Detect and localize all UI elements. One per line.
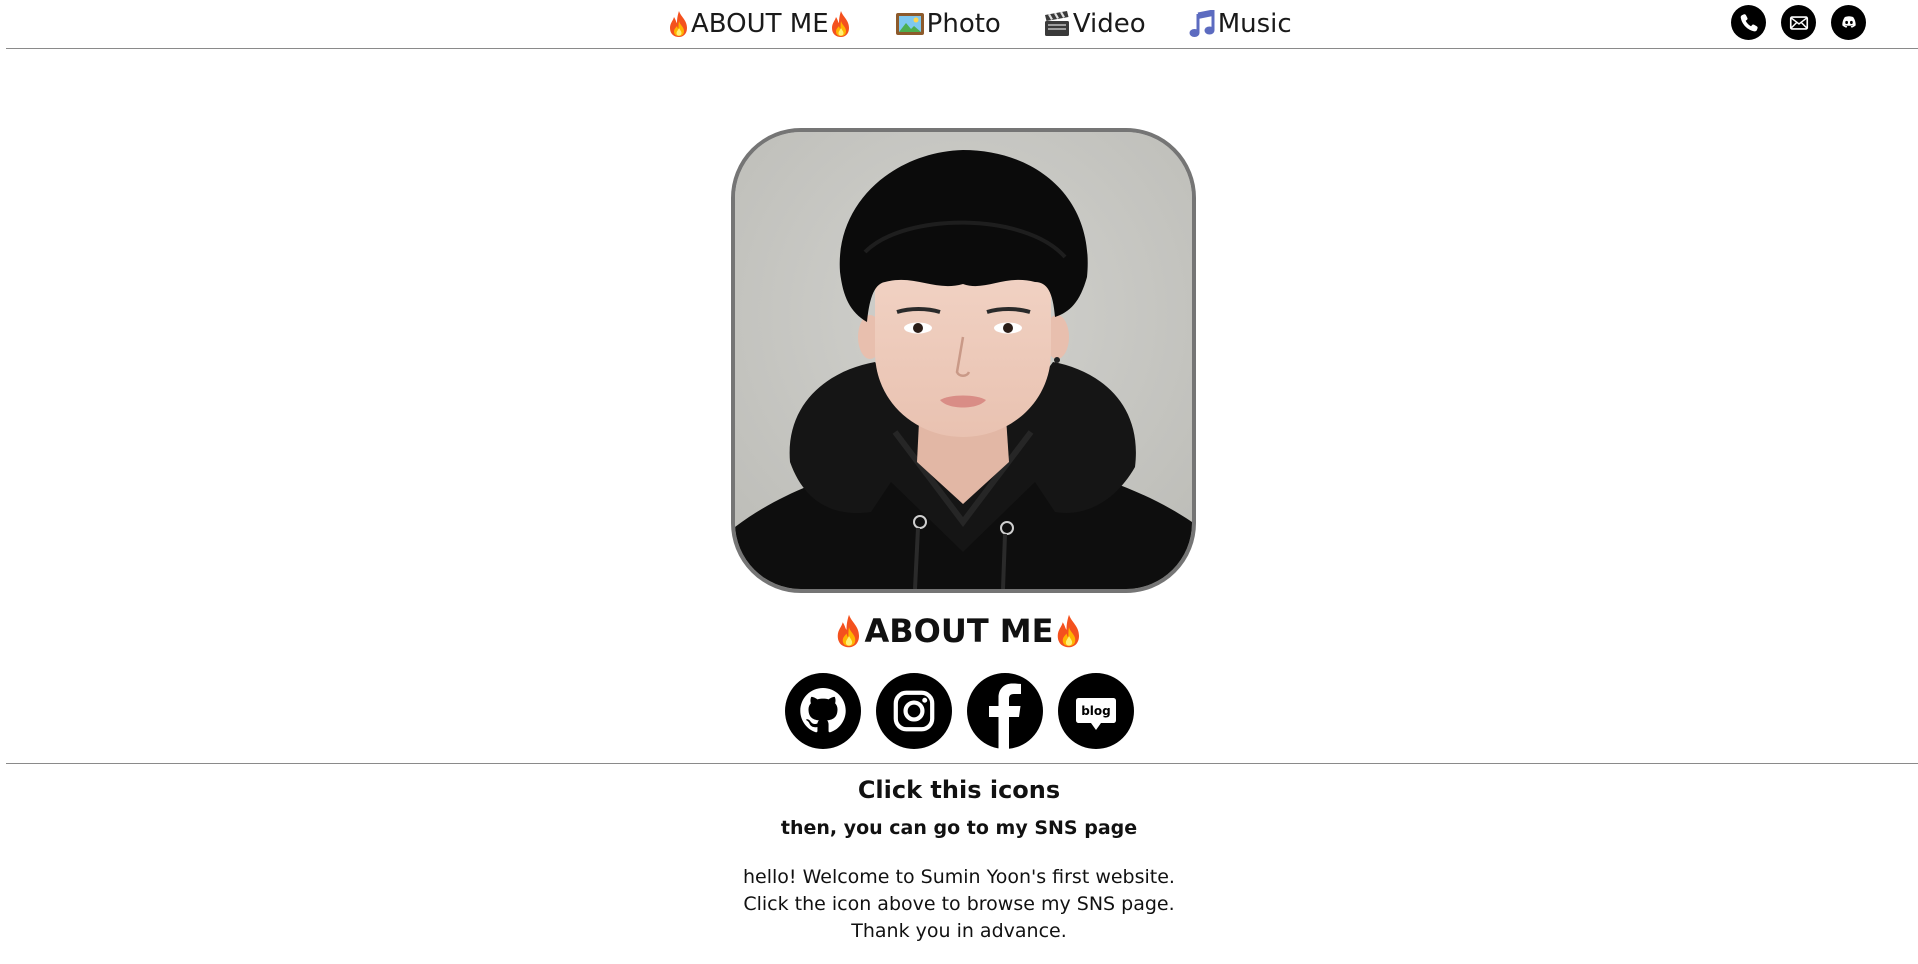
nav-item-label: ABOUT ME xyxy=(691,9,829,39)
framed-picture-icon xyxy=(895,11,925,37)
nav-item-label: Photo xyxy=(926,9,1001,39)
github-button[interactable] xyxy=(785,673,861,749)
click-icons-heading: Click this icons xyxy=(857,776,1061,804)
main-nav: ABOUT ME Photo Video Music xyxy=(667,7,1292,41)
sns-hint-subheading: then, you can go to my SNS page xyxy=(780,817,1138,839)
nav-item-photo[interactable]: Photo xyxy=(895,9,1001,39)
contact-links xyxy=(1716,5,1866,40)
discord-button[interactable] xyxy=(1831,5,1866,40)
instagram-button[interactable] xyxy=(876,673,952,749)
nav-item-label: Video xyxy=(1072,9,1146,39)
welcome-message: hello! Welcome to Sumin Yoon's first web… xyxy=(0,864,1918,945)
phone-button[interactable] xyxy=(1731,5,1766,40)
discord-icon xyxy=(1841,15,1856,28)
welcome-line: Thank you in advance. xyxy=(851,920,1067,942)
facebook-button[interactable] xyxy=(967,673,1043,749)
blog-icon-text: blog xyxy=(1081,704,1111,718)
fire-icon xyxy=(829,10,853,38)
portrait-photo xyxy=(735,132,1192,589)
welcome-line: hello! Welcome to Sumin Yoon's first web… xyxy=(743,866,1175,888)
nav-item-label: Music xyxy=(1217,9,1292,39)
clapper-board-icon xyxy=(1043,10,1071,38)
section-divider xyxy=(6,763,1918,764)
email-icon xyxy=(1789,15,1808,30)
email-button[interactable] xyxy=(1781,5,1816,40)
sns-links: blog xyxy=(785,673,1134,749)
phone-icon xyxy=(1740,13,1758,31)
nav-item-music[interactable]: Music xyxy=(1188,9,1292,39)
about-me-title: ABOUT ME xyxy=(864,612,1054,650)
fire-icon xyxy=(667,10,691,38)
instagram-icon xyxy=(893,690,935,732)
fire-icon xyxy=(1054,613,1084,649)
nav-item-video[interactable]: Video xyxy=(1043,9,1146,39)
welcome-line: Click the icon above to browse my SNS pa… xyxy=(743,893,1175,915)
about-me-heading: ABOUT ME xyxy=(0,612,1918,650)
blog-icon: blog xyxy=(1076,698,1116,730)
musical-note-icon xyxy=(1188,10,1216,38)
blog-button[interactable]: blog xyxy=(1058,673,1134,749)
profile-photo xyxy=(731,128,1196,593)
fire-icon xyxy=(834,613,864,649)
nav-item-about-me[interactable]: ABOUT ME xyxy=(667,9,853,39)
facebook-icon xyxy=(989,683,1021,749)
top-navigation-bar: ABOUT ME Photo Video Music xyxy=(6,0,1918,49)
github-icon xyxy=(800,688,846,733)
